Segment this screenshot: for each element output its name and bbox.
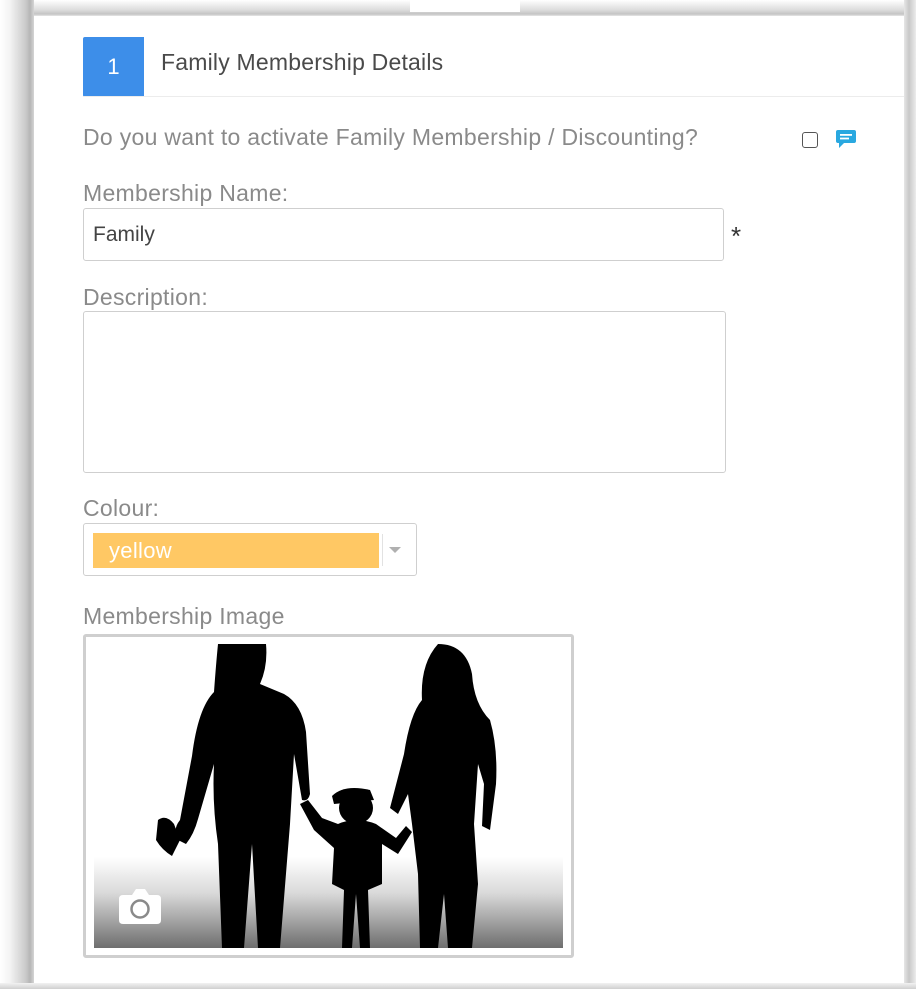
camera-icon[interactable] <box>117 886 163 926</box>
membership-name-input[interactable]: Family <box>83 208 724 261</box>
family-membership-checkbox[interactable] <box>802 132 818 148</box>
description-label: Description: <box>83 284 209 310</box>
step-number-badge: 1 <box>83 37 144 97</box>
membership-form-panel: 1 Family Membership Details Do you want … <box>34 16 904 983</box>
window-frame-top-gap <box>410 0 520 12</box>
required-indicator: * <box>731 221 742 251</box>
membership-image-label: Membership Image <box>83 603 285 629</box>
window-frame-left <box>0 0 34 989</box>
chevron-down-icon[interactable] <box>389 547 401 553</box>
colour-label: Colour: <box>83 495 160 521</box>
membership-name-label: Membership Name: <box>83 180 289 206</box>
colour-selected-value: yellow <box>93 533 379 568</box>
description-textarea[interactable] <box>83 311 726 473</box>
family-membership-question: Do you want to activate Family Membershi… <box>83 124 699 150</box>
section-title: Family Membership Details <box>161 49 444 75</box>
colour-select[interactable]: yellow <box>83 523 417 576</box>
window-frame-right <box>904 0 916 989</box>
comment-icon[interactable] <box>835 129 857 149</box>
window-frame-bottom <box>0 983 916 989</box>
select-separator <box>382 534 383 566</box>
family-silhouette-image <box>94 644 563 948</box>
header-divider <box>83 96 904 97</box>
